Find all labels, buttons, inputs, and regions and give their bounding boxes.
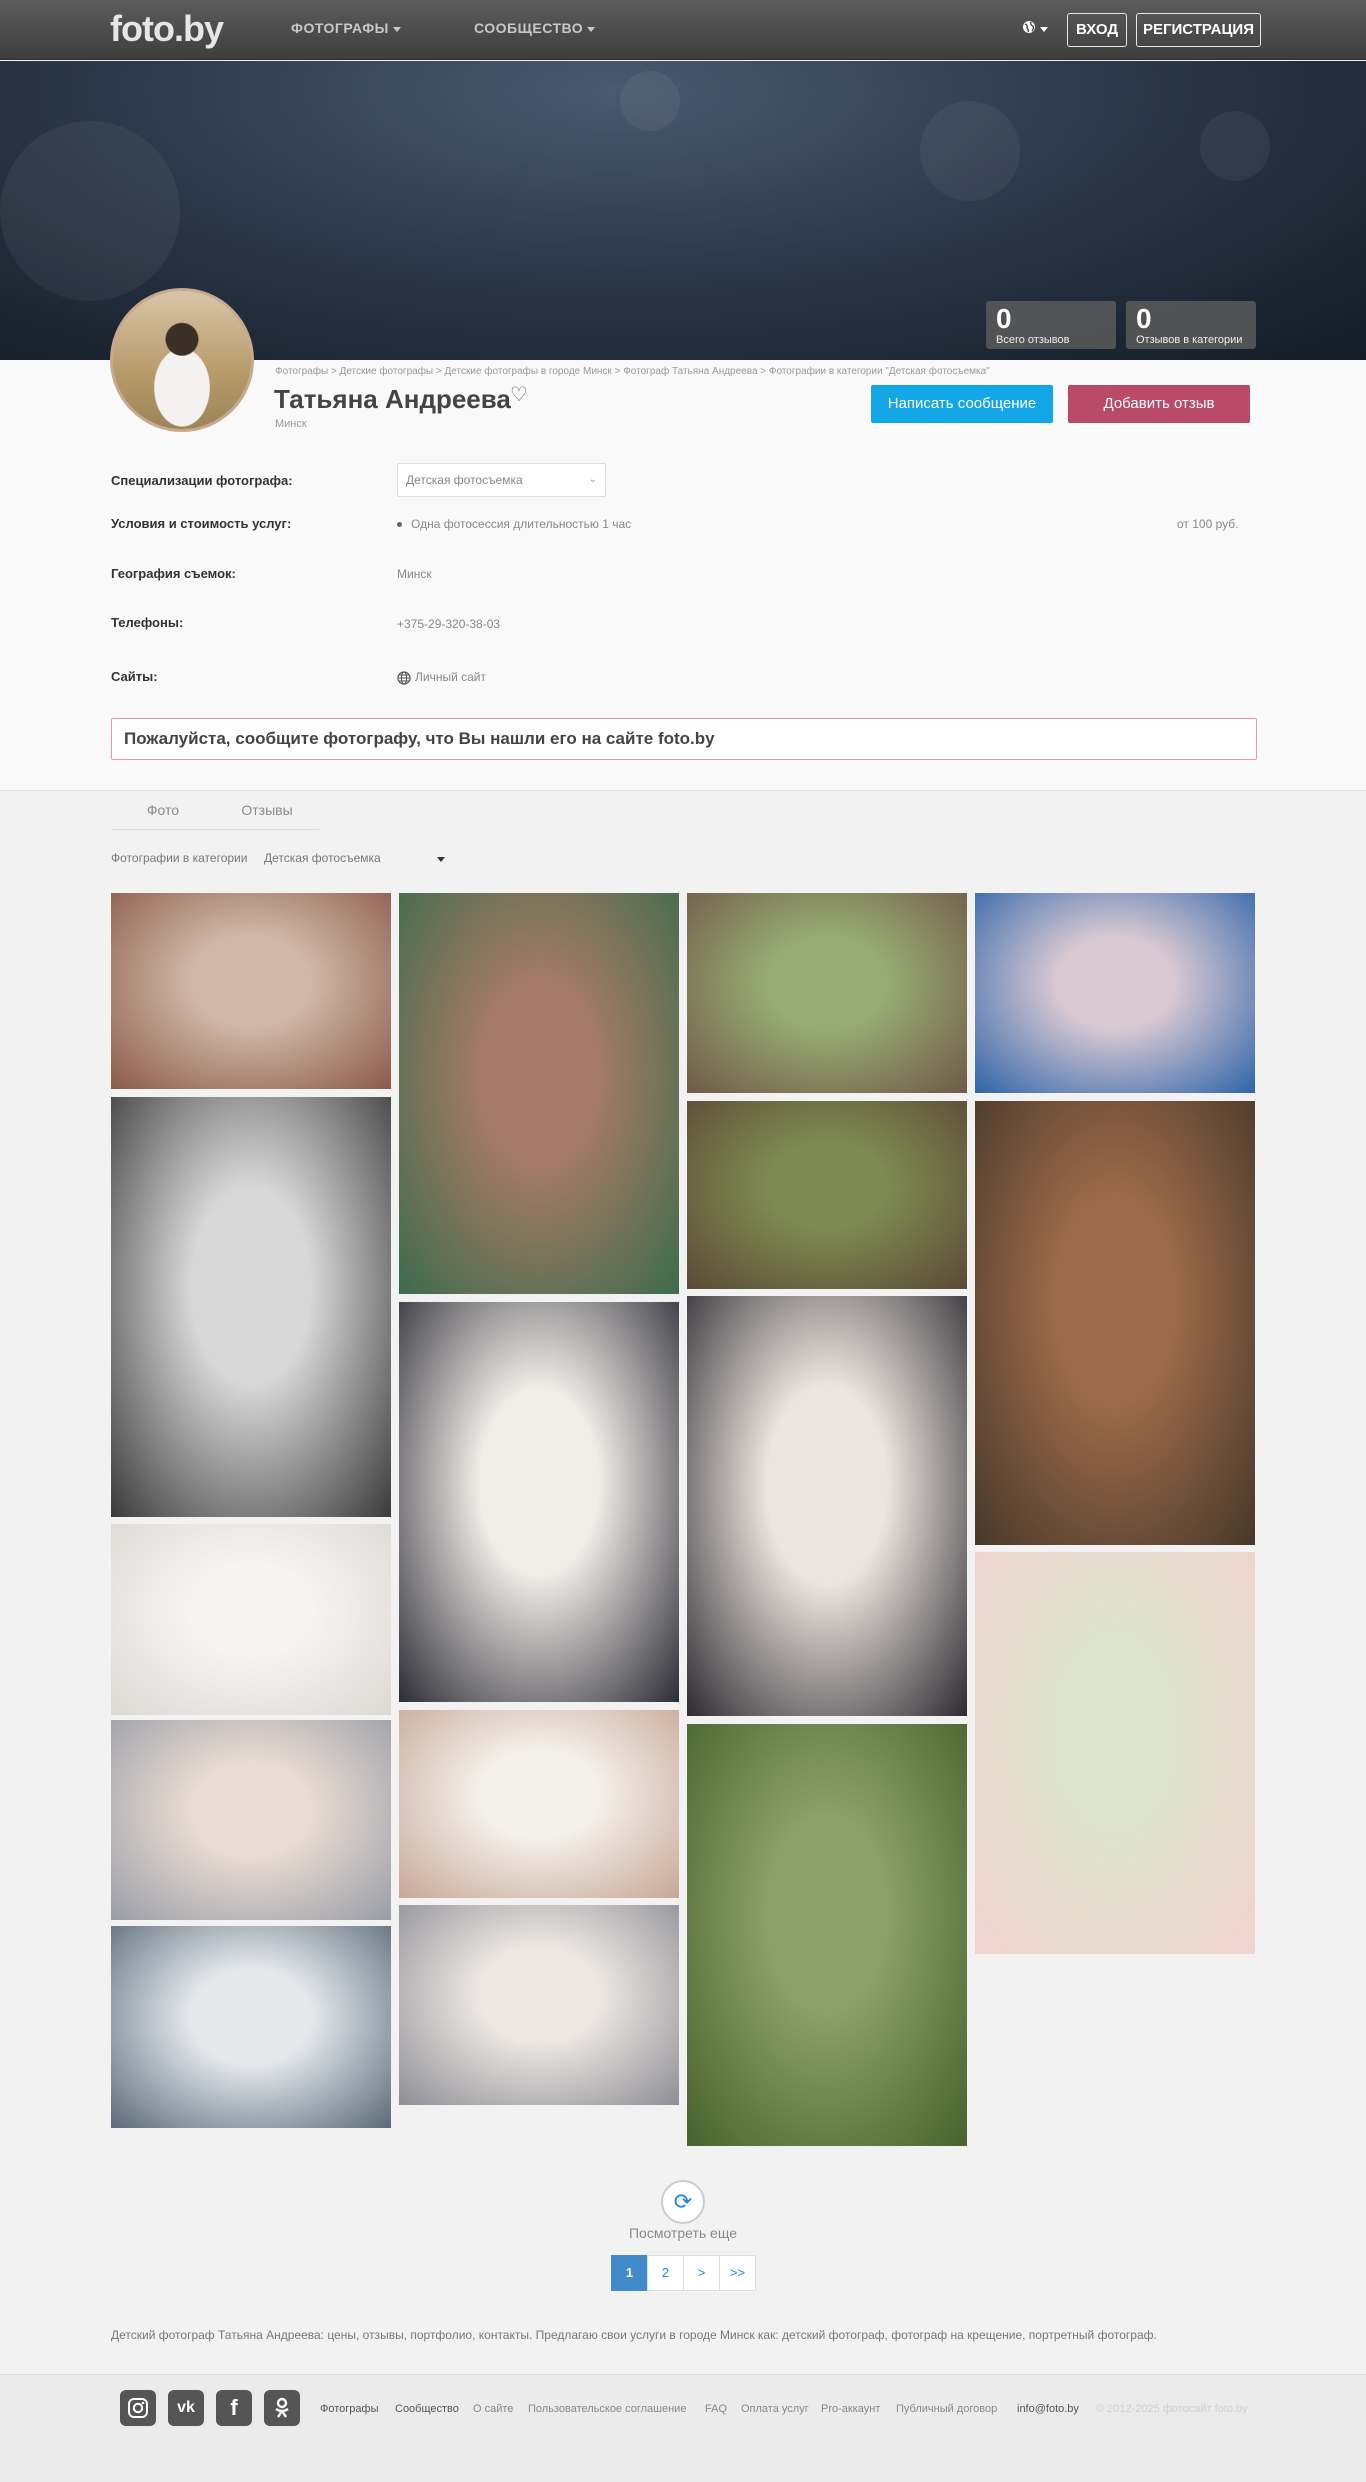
chevron-down-icon [587,26,596,32]
nav-photographers-label: ФОТОГРАФЫ [291,20,389,36]
login-button[interactable]: ВХОД [1067,13,1127,47]
avatar[interactable] [110,288,254,432]
chevron-down-icon [392,26,401,32]
bullet-icon [397,522,402,528]
phones-label: Телефоны: [111,615,184,630]
odnoklassniki-icon[interactable] [264,2390,300,2426]
specialization-select[interactable]: Детская фотосъемка ⌄ [397,463,606,497]
page-next[interactable]: > [683,2255,720,2291]
gallery-photo-baby-with-mother-window[interactable] [111,1926,391,2128]
load-more-button[interactable]: Посмотреть еще [628,2225,738,2241]
photographer-name: Татьяна Андреева [274,384,511,414]
geography-value: Минск [397,567,432,581]
vk-icon[interactable]: vk [168,2390,204,2426]
footer [0,2374,1366,2482]
site-logo[interactable]: foto.by [110,8,224,50]
gallery-photo-girl-with-basket[interactable] [975,1101,1255,1545]
refresh-icon[interactable]: ⟳ [661,2180,705,2224]
caret-down-icon[interactable] [437,857,445,862]
gallery-photo-baby-on-blanket[interactable] [111,1524,391,1715]
footer-link-agreement[interactable]: Пользовательское соглашение [528,2403,686,2415]
language-selector[interactable] [1022,20,1048,39]
stat-total-reviews-value: 0 [996,303,1012,334]
gallery-photo-baby-in-grass-bubbles[interactable] [687,1724,967,2146]
gallery-photo-mother-holding-baby[interactable] [399,1302,679,1702]
geography-label: География съемок: [111,566,236,581]
add-review-button[interactable]: Добавить отзыв [1068,385,1250,423]
gallery-photo-baby-laughing[interactable] [399,1710,679,1898]
gallery-photo-girl-portrait-door[interactable] [399,893,679,1294]
footer-link-photographers[interactable]: Фотографы [320,2403,378,2415]
conditions-label: Условия и стоимость услуг: [111,516,292,531]
facebook-icon[interactable]: f [216,2390,252,2426]
category-select[interactable]: Детская фотосъемка [264,851,381,865]
photographer-city: Минск [275,418,307,430]
specialization-value: Детская фотосъемка [406,473,523,487]
footer-link-contract[interactable]: Публичный договор [896,2403,997,2415]
gallery-photo-girl-with-book[interactable] [975,893,1255,1093]
gallery-photo-baby-lying-surprised[interactable] [111,1720,391,1920]
footer-link-about[interactable]: О сайте [473,2403,513,2415]
footer-link-email[interactable]: info@foto.by [1017,2403,1079,2415]
nav-community-label: СООБЩЕСТВО [474,20,584,36]
tab-photo[interactable]: Фото [111,790,215,830]
gallery-photo-mother-lifting-child[interactable] [975,1552,1255,1954]
category-label: Фотографии в категории [111,851,248,865]
tab-reviews[interactable]: Отзывы [215,790,319,830]
footer-link-community[interactable]: Сообщество [395,2403,459,2415]
stat-category-reviews-label: Отзывов в категории [1136,334,1243,346]
top-navbar: foto.by ФОТОГРАФЫ СООБЩЕСТВО ВХОД РЕГИСТ… [0,0,1366,60]
copyright: © 2012-2025 фотосайт foto.by [1096,2403,1248,2415]
globe-icon [1023,21,1035,33]
personal-site-link[interactable]: Личный сайт [397,670,486,685]
personal-site-label: Личный сайт [415,670,486,684]
seo-description: Детский фотограф Татьяна Андреева: цены,… [111,2328,1157,2342]
notice-banner: Пожалуйста, сообщите фотографу, что Вы н… [111,718,1257,760]
stat-category-reviews: 0 Отзывов в категории [1126,301,1256,349]
tab-bar: Фото Отзывы [111,790,1366,830]
page-1[interactable]: 1 [611,2255,648,2291]
nav-photographers[interactable]: ФОТОГРАФЫ [291,20,401,36]
gallery-photo-baby-with-toy[interactable] [399,1905,679,2105]
footer-link-payment[interactable]: Оплата услуг [741,2403,809,2415]
gallery-photo-girl-in-headscarf[interactable] [111,893,391,1089]
gallery-photo-girl-with-dog[interactable] [687,1101,967,1289]
condition-item: Одна фотосессия длительностью 1 час [397,517,631,531]
stat-total-reviews: 0 Всего отзывов [986,301,1116,349]
gallery-photo-girl-on-log[interactable] [687,893,967,1093]
footer-link-faq[interactable]: FAQ [705,2403,727,2415]
page-2[interactable]: 2 [647,2255,684,2291]
page-last[interactable]: >> [719,2255,756,2291]
footer-link-pro[interactable]: Pro-аккаунт [821,2403,880,2415]
instagram-icon[interactable] [120,2390,156,2426]
specialization-label: Специализации фотографа: [111,473,293,488]
write-message-button[interactable]: Написать сообщение [871,385,1053,423]
phone-value[interactable]: +375-29-320-38-03 [397,617,500,631]
stat-category-reviews-value: 0 [1136,303,1152,334]
condition-price: от 100 руб. [1177,517,1239,531]
gallery-photo-baby-lifted-by-mother[interactable] [687,1296,967,1716]
register-button[interactable]: РЕГИСТРАЦИЯ [1136,13,1261,47]
nav-community[interactable]: СООБЩЕСТВО [474,20,596,36]
chevron-down-icon: ⌄ [588,474,597,485]
chevron-down-icon [1040,27,1048,33]
condition-item-text: Одна фотосессия длительностью 1 час [411,517,632,531]
breadcrumb[interactable]: Фотографы > Детские фотографы > Детские … [275,366,990,377]
globe-icon [397,671,411,685]
gallery-photo-girl-jumping-bw[interactable] [111,1097,391,1517]
sites-label: Сайты: [111,669,158,684]
heart-outline-icon[interactable]: ♡ [510,382,528,407]
stat-total-reviews-label: Всего отзывов [996,334,1070,346]
